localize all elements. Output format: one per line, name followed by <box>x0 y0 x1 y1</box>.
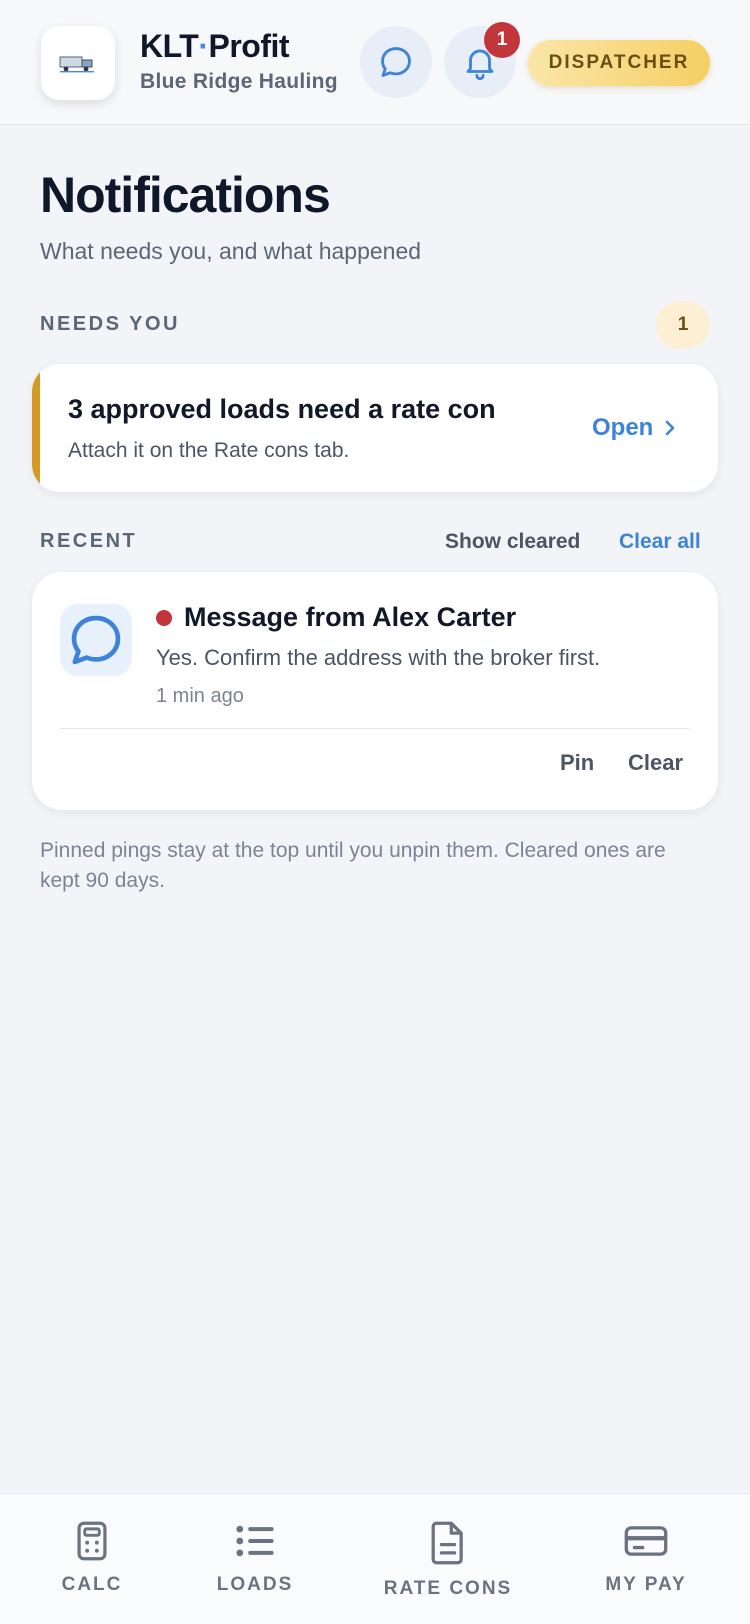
calculator-icon <box>77 1521 107 1561</box>
credit-card-icon <box>624 1526 668 1556</box>
open-label: Open <box>592 414 654 441</box>
open-button[interactable]: Open <box>592 410 677 446</box>
nav-item-loads[interactable]: LOADS <box>210 1520 300 1596</box>
needs-you-card[interactable]: 3 approved loads need a rate con Attach … <box>32 364 718 492</box>
notification-item[interactable]: Message from Alex Carter Yes. Confirm th… <box>32 572 718 810</box>
message-icon-container <box>60 604 132 676</box>
list-icon <box>236 1525 274 1557</box>
needs-you-count-badge: 1 <box>656 301 710 349</box>
needs-you-label: NEEDS YOU <box>40 313 180 335</box>
messages-button[interactable] <box>360 26 432 98</box>
page-subtitle: What needs you, and what happened <box>40 238 422 264</box>
nav-item-my-pay[interactable]: MY PAY <box>596 1520 696 1596</box>
card-accent-bar <box>32 364 40 492</box>
nav-item-rate-cons[interactable]: RATE CONS <box>378 1520 518 1600</box>
clear-button[interactable]: Clear <box>628 750 683 776</box>
notification-count-badge: 1 <box>484 22 520 58</box>
app-header: KLT·Profit Blue Ridge Hauling 1 DISPATCH… <box>0 0 750 125</box>
divider <box>60 728 690 729</box>
notification-body: Yes. Confirm the address with the broker… <box>156 645 601 670</box>
notification-title: Message from Alex Carter <box>184 602 517 632</box>
nav-label-calc: CALC <box>61 1574 123 1595</box>
recent-label: RECENT <box>40 530 138 552</box>
company-logo[interactable] <box>41 26 115 100</box>
role-badge[interactable]: DISPATCHER <box>528 40 710 86</box>
chat-bubble-icon <box>71 615 121 665</box>
chat-bubble-icon <box>381 47 411 77</box>
chevron-right-icon <box>666 420 675 436</box>
notification-time: 1 min ago <box>156 685 244 707</box>
unread-indicator <box>156 610 172 626</box>
clear-all-button[interactable]: Clear all <box>619 530 701 554</box>
nav-label-my-pay: MY PAY <box>605 1574 687 1595</box>
nav-label-loads: LOADS <box>216 1574 294 1595</box>
bottom-nav: CALC LOADS RATE CONS MY PAY <box>0 1493 750 1624</box>
truck-logo-icon <box>59 56 94 73</box>
company-name: Blue Ridge Hauling <box>140 70 338 93</box>
needs-card-subtitle: Attach it on the Rate cons tab. <box>68 439 350 462</box>
show-cleared-button[interactable]: Show cleared <box>445 530 580 554</box>
needs-card-title: 3 approved loads need a rate con <box>68 394 496 424</box>
footnote-text: Pinned pings stay at the top until you u… <box>40 839 666 892</box>
document-icon <box>431 1521 463 1565</box>
app-title: KLT·Profit <box>140 28 290 64</box>
page-title: Notifications <box>40 167 331 223</box>
nav-label-rate-cons: RATE CONS <box>383 1578 513 1599</box>
pin-button[interactable]: Pin <box>560 750 594 776</box>
nav-item-calc[interactable]: CALC <box>52 1520 132 1596</box>
